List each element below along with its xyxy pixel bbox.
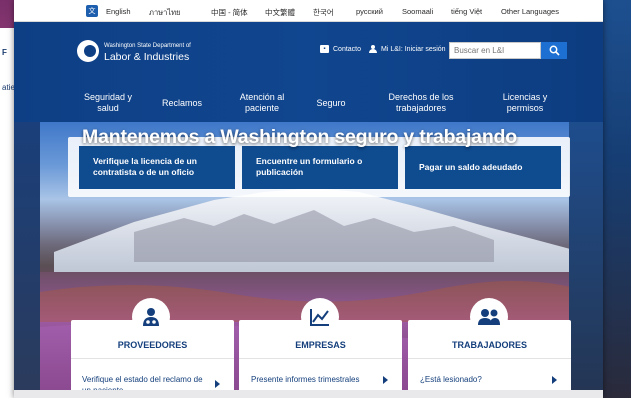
language-link-chinese-traditional[interactable]: 中文繁體 xyxy=(265,7,295,18)
login-label: Mi L&I: Iniciar sesión xyxy=(381,45,446,53)
language-link-chinese-simplified[interactable]: 中国 - 简体 xyxy=(211,7,248,18)
card-title-workers[interactable]: TRABAJADORES xyxy=(408,340,571,350)
language-link-thai[interactable]: ภาษาไทย xyxy=(149,7,180,19)
search-button[interactable] xyxy=(541,42,567,59)
language-link-vietnamese[interactable]: tiếng Việt xyxy=(451,7,482,16)
hero-left-edge xyxy=(14,122,40,398)
chart-line-icon xyxy=(310,309,329,326)
card-link-are-you-injured[interactable]: ¿Está lesionado? xyxy=(420,374,550,385)
nav-item-workers-rights[interactable]: Derechos de los trabajadores xyxy=(376,92,466,114)
card-badge-providers xyxy=(132,298,170,336)
language-link-russian[interactable]: русский xyxy=(356,7,383,16)
language-link-korean[interactable]: 한국어 xyxy=(313,7,334,18)
site-header: Washington State Department of Labor & I… xyxy=(14,22,603,122)
quick-link-pay-balance[interactable]: Pagar un saldo adeudado xyxy=(405,146,561,189)
card-badge-workers xyxy=(470,298,508,336)
quick-link-find-form[interactable]: Encuentre un formulario o publicación xyxy=(242,146,398,189)
contact-label: Contacto xyxy=(333,45,362,53)
nav-item-safety-health[interactable]: Seguridad y salud xyxy=(80,92,136,114)
lni-logo-icon[interactable] xyxy=(77,40,99,62)
chevron-right-icon[interactable] xyxy=(383,376,388,384)
divider xyxy=(408,358,571,359)
contact-link[interactable]: ▪ Contacto xyxy=(320,45,361,53)
search-input[interactable] xyxy=(449,42,541,59)
hero-title-text: Mantenemos a Washington seguro y trabaja… xyxy=(82,126,517,148)
card-badge-businesses xyxy=(301,298,339,336)
logo-title[interactable]: Labor & Industries xyxy=(104,51,189,63)
language-link-other[interactable]: Other Languages xyxy=(501,7,559,16)
login-link[interactable]: Mi L&I: Iniciar sesión xyxy=(369,45,446,53)
chevron-right-icon[interactable] xyxy=(215,380,220,388)
divider xyxy=(239,358,402,359)
chevron-right-icon[interactable] xyxy=(552,376,557,384)
nav-item-licenses-permits[interactable]: Licencias y permisos xyxy=(490,92,560,114)
logo-agency-line[interactable]: Washington State Department of xyxy=(104,43,191,49)
language-bar: 文 English ภาษาไทย 中国 - 简体 中文繁體 한국어 русск… xyxy=(14,0,603,22)
website-screenshot: 文 English ภาษาไทย 中国 - 简体 中文繁體 한국어 русск… xyxy=(14,0,603,398)
card-title-businesses[interactable]: EMPRESAS xyxy=(239,340,402,350)
page-bottom-strip xyxy=(14,390,603,398)
hero-right-edge xyxy=(569,122,603,398)
user-icon xyxy=(369,45,377,53)
doctor-icon xyxy=(143,308,159,326)
hero-title: Mantenemos a Washington seguro y trabaja… xyxy=(14,126,603,149)
background-text-fragment: F xyxy=(2,48,7,57)
language-link-english[interactable]: English xyxy=(106,7,131,16)
card-title-providers[interactable]: PROVEEDORES xyxy=(71,340,234,350)
translate-icon: 文 xyxy=(86,5,98,17)
contact-card-icon: ▪ xyxy=(320,45,329,53)
card-link-quarterly-reports[interactable]: Presente informes trimestrales xyxy=(251,374,381,385)
background-text-fragment: atie xyxy=(2,83,15,92)
nav-item-insurance[interactable]: Seguro xyxy=(311,98,351,109)
nav-item-claims[interactable]: Reclamos xyxy=(157,98,207,109)
nav-item-patient-care[interactable]: Atención al paciente xyxy=(232,92,292,114)
background-page-right-strip xyxy=(603,0,631,398)
people-icon xyxy=(478,309,500,325)
language-link-somali[interactable]: Soomaali xyxy=(402,7,433,16)
divider xyxy=(71,358,234,359)
quick-link-verify-license[interactable]: Verifique la licencia de un contratista … xyxy=(79,146,235,189)
search-icon xyxy=(549,45,560,56)
